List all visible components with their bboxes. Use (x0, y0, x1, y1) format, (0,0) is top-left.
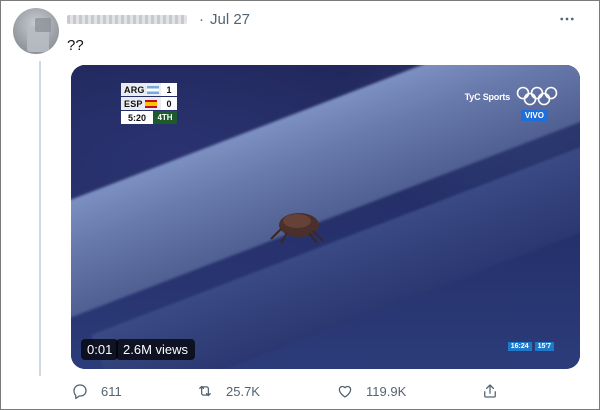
retweet-icon (199, 385, 211, 397)
broadcast-time: 15'7 (534, 342, 554, 351)
insect-figure (270, 213, 324, 244)
more-horizontal-icon (560, 17, 574, 21)
tweet-actions: 611 25.7K 119.9K (71, 382, 511, 404)
game-period: 4TH (153, 111, 177, 124)
argentina-flag-icon (146, 85, 159, 94)
avatar[interactable] (13, 8, 59, 54)
like-count: 119.9K (366, 383, 407, 399)
tweet-header: · Jul 27 (67, 9, 250, 29)
thread-line (39, 61, 41, 376)
team-score: 0 (161, 97, 177, 110)
tweet-text: ?? (67, 37, 84, 54)
share-icon (484, 384, 496, 398)
broadcast-clock: 16:24 15'7 (507, 342, 554, 351)
video-elapsed-time: 0:01 (81, 339, 119, 360)
heart-icon (338, 385, 352, 398)
tweet-card: · Jul 27 ?? ARG 1 ESP 0 5:20 4TH TyC Spo… (0, 0, 600, 410)
team-code: ESP (124, 98, 143, 109)
reply-icon (73, 384, 87, 400)
like-button[interactable]: 119.9K (336, 382, 406, 400)
spain-flag-icon (144, 99, 157, 108)
scoreboard-row: ARG 1 (121, 83, 177, 96)
scoreboard: ARG 1 ESP 0 5:20 4TH (121, 83, 177, 125)
team-code: ARG (124, 84, 145, 95)
live-badge: VIVO (520, 110, 548, 121)
team-cell: ESP (121, 97, 161, 110)
separator: · (199, 10, 204, 28)
retweet-button[interactable]: 25.7K (196, 382, 260, 400)
author-name-redacted[interactable] (67, 14, 187, 24)
reply-count: 611 (101, 383, 122, 399)
retweet-count: 25.7K (226, 383, 260, 399)
avatar-blur (35, 18, 51, 32)
broadcaster-logo: TyC Sports (464, 92, 511, 102)
video-player[interactable]: ARG 1 ESP 0 5:20 4TH TyC Sports VIVO 16:… (71, 65, 580, 369)
reply-button[interactable]: 611 (71, 382, 122, 400)
more-options-button[interactable] (557, 9, 577, 29)
team-score: 1 (161, 83, 177, 96)
broadcast-time: 16:24 (507, 342, 532, 351)
olympic-rings-icon (516, 86, 558, 106)
game-clock: 5:20 (121, 111, 153, 124)
scoreboard-row: ESP 0 (121, 97, 177, 110)
share-button[interactable] (481, 382, 511, 400)
scoreboard-clock-row: 5:20 4TH (121, 111, 177, 124)
team-cell: ARG (121, 83, 161, 96)
video-view-count: 2.6M views (116, 339, 196, 360)
tweet-date[interactable]: Jul 27 (210, 11, 250, 28)
